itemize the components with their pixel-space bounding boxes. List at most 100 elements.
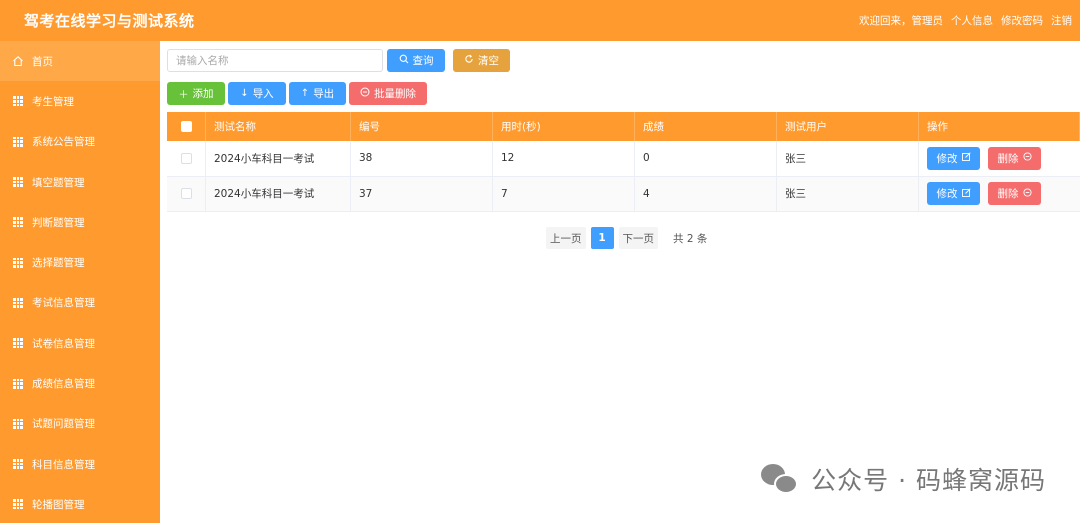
sidebar-item-label: 考试信息管理 [32, 297, 95, 310]
table-header: 测试名称 编号 用时(秒) 成绩 测试用户 操作 [167, 112, 1080, 141]
cell-user: 张三 [777, 141, 919, 176]
add-button[interactable]: ＋ 添加 [167, 82, 225, 105]
select-all-checkbox[interactable] [180, 121, 192, 132]
watermark-text: 公众号 · 码蜂窝源码 [811, 466, 1046, 495]
search-icon [399, 54, 409, 67]
sidebar-item-exam-info[interactable]: 考试信息管理 [0, 283, 160, 323]
home-icon [12, 55, 24, 67]
row-checkbox[interactable] [180, 152, 192, 164]
delete-button[interactable]: 删除 [988, 146, 1041, 170]
query-button-label: 查询 [412, 55, 434, 67]
logout-link[interactable]: 注销 [1051, 13, 1072, 28]
arrow-up-icon: ↑ [300, 88, 310, 99]
cell-score: 0 [635, 141, 777, 176]
cell-id: 38 [351, 141, 493, 176]
column-header: 测试名称 [206, 112, 351, 141]
sidebar-item-label: 轮播图管理 [32, 498, 85, 511]
data-table: 测试名称 编号 用时(秒) 成绩 测试用户 操作 2024小车科目一考试 38 … [167, 112, 1080, 212]
grid-icon [12, 337, 24, 349]
next-page-button[interactable]: 下一页 [618, 227, 658, 249]
add-button-label: 添加 [192, 88, 214, 100]
sidebar-item-home[interactable]: 首页 [0, 41, 160, 82]
column-header: 成绩 [635, 112, 777, 141]
clear-button[interactable]: 清空 [453, 49, 510, 72]
action-toolbar: ＋ 添加 ↓ 导入 ↑ 导出 批量删除 [167, 82, 427, 105]
batch-delete-button-label: 批量删除 [374, 88, 416, 100]
cell-actions: 修改 删除 [919, 177, 1080, 212]
pagination: 上一页 1 下一页 共 2 条 [546, 227, 707, 249]
minus-circle-icon [1022, 188, 1032, 200]
sidebar-item-fill-blank[interactable]: 填空题管理 [0, 162, 160, 202]
sidebar-item-examinees[interactable]: 考生管理 [0, 81, 160, 121]
export-button-label: 导出 [313, 88, 335, 100]
row-select-cell [167, 176, 206, 211]
change-password-link[interactable]: 修改密码 [1001, 13, 1043, 28]
batch-delete-button[interactable]: 批量删除 [349, 82, 427, 105]
top-bar: 驾考在线学习与测试系统 欢迎回来，管理员 个人信息 修改密码 注销 [0, 0, 1080, 41]
sidebar-item-label: 判断题管理 [32, 216, 85, 229]
grid-icon [12, 95, 24, 107]
total-count: 共 2 条 [673, 232, 708, 245]
minus-circle-icon [360, 87, 370, 100]
column-header: 操作 [919, 112, 1080, 141]
row-checkbox[interactable] [180, 188, 192, 200]
cell-user: 张三 [777, 176, 919, 211]
import-button[interactable]: ↓ 导入 [228, 82, 286, 105]
grid-icon [12, 257, 24, 269]
column-header: 测试用户 [777, 112, 919, 141]
query-button[interactable]: 查询 [387, 49, 445, 72]
page-number-current[interactable]: 1 [590, 227, 614, 249]
cell-test-name: 2024小车科目一考试 [206, 141, 351, 176]
sidebar-item-announcements[interactable]: 系统公告管理 [0, 122, 160, 162]
grid-icon [12, 458, 24, 470]
plus-icon: ＋ [178, 90, 189, 101]
sidebar-item-true-false[interactable]: 判断题管理 [0, 202, 160, 242]
export-button[interactable]: ↑ 导出 [289, 82, 346, 105]
delete-button-label: 删除 [997, 188, 1019, 201]
edit-button[interactable]: 修改 [927, 182, 980, 206]
delete-button-label: 删除 [997, 152, 1019, 165]
sidebar-item-label: 首页 [32, 55, 53, 68]
sidebar-item-label: 选择题管理 [32, 257, 85, 270]
table-row: 2024小车科目一考试 38 12 0 张三 修改 删除 [167, 141, 1080, 177]
column-header: 用时(秒) [493, 112, 635, 141]
cell-time: 12 [493, 141, 635, 176]
sidebar-item-carousel[interactable]: 轮播图管理 [0, 484, 160, 523]
sidebar-item-question-issues[interactable]: 试题问题管理 [0, 404, 160, 444]
edit-button-label: 修改 [936, 188, 958, 201]
cell-id: 37 [351, 176, 493, 211]
edit-icon [961, 188, 971, 200]
row-select-cell [167, 141, 206, 176]
grid-icon [12, 418, 24, 430]
sidebar-item-multiple-choice[interactable]: 选择题管理 [0, 242, 160, 282]
cell-actions: 修改 删除 [919, 141, 1080, 176]
sidebar-item-label: 科目信息管理 [32, 458, 95, 471]
cell-time: 7 [493, 176, 635, 211]
search-input[interactable] [167, 49, 383, 72]
edit-button-label: 修改 [936, 152, 958, 165]
sidebar-item-label: 成绩信息管理 [32, 378, 95, 391]
sidebar: 首页 考生管理 系统公告管理 填空题管理 判断题管理 选择题管理 考试信息管理 … [0, 41, 160, 523]
sidebar-item-label: 考生管理 [32, 95, 74, 108]
cell-score: 4 [635, 176, 777, 211]
sidebar-item-score-info[interactable]: 成绩信息管理 [0, 363, 160, 403]
cell-test-name: 2024小车科目一考试 [206, 176, 351, 211]
user-menu: 欢迎回来，管理员 个人信息 修改密码 注销 [859, 13, 1072, 28]
arrow-down-icon: ↓ [240, 88, 249, 99]
profile-link[interactable]: 个人信息 [951, 13, 993, 28]
edit-button[interactable]: 修改 [927, 146, 980, 170]
grid-icon [12, 378, 24, 390]
table-row: 2024小车科目一考试 37 7 4 张三 修改 删除 [167, 176, 1080, 212]
delete-button[interactable]: 删除 [988, 182, 1041, 206]
sidebar-item-paper-info[interactable]: 试卷信息管理 [0, 323, 160, 363]
grid-icon [12, 136, 24, 148]
prev-page-button[interactable]: 上一页 [546, 227, 586, 249]
import-button-label: 导入 [252, 88, 274, 100]
grid-icon [12, 498, 24, 510]
sidebar-item-subject-info[interactable]: 科目信息管理 [0, 444, 160, 484]
grid-icon [12, 216, 24, 228]
column-header: 编号 [351, 112, 493, 141]
select-all-cell [167, 112, 206, 141]
minus-circle-icon [1022, 152, 1032, 164]
grid-icon [12, 297, 24, 309]
